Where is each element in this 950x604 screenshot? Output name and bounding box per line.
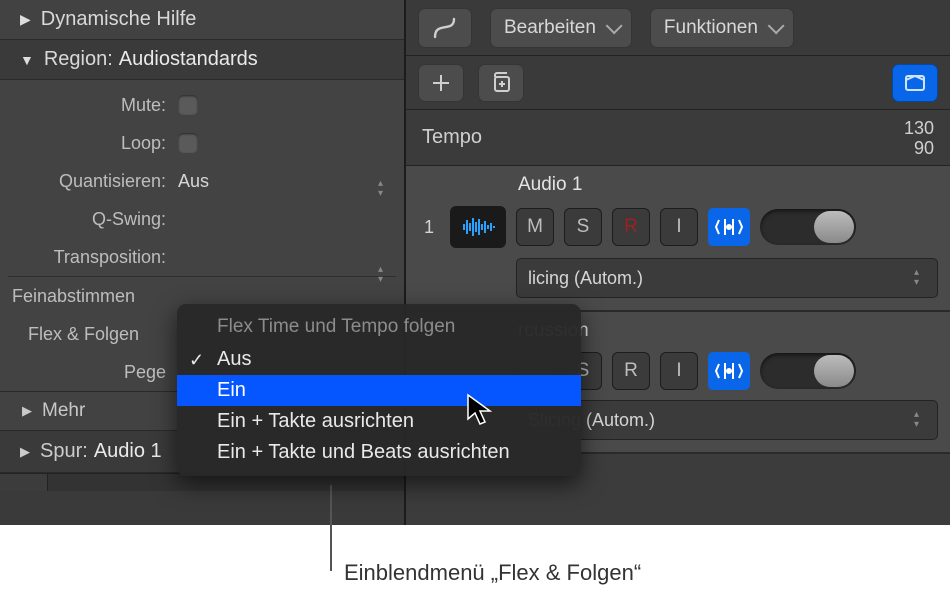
track-on-switch[interactable] [760, 209, 856, 245]
pegel-label: Pege [0, 362, 172, 383]
loop-label: Loop: [0, 133, 172, 154]
stepper-icon[interactable] [914, 406, 928, 434]
flex-button[interactable] [708, 208, 750, 246]
record-enable-button[interactable]: R [612, 208, 650, 246]
mehr-label: Mehr [42, 400, 85, 422]
track-number: 1 [418, 217, 440, 238]
solo-button[interactable]: S [564, 208, 602, 246]
flex-mode-select[interactable]: licing (Autom.) [516, 258, 938, 298]
automation-curve-button[interactable] [418, 8, 472, 48]
add-button[interactable] [418, 64, 464, 102]
menu-item-takte-beats[interactable]: Ein + Takte und Beats ausrichten [177, 437, 581, 468]
spur-label: Spur: [40, 440, 88, 463]
menu-item-ein[interactable]: Ein [177, 375, 581, 406]
disclosure-triangle-icon: ▶ [22, 403, 32, 419]
prop-transposition[interactable]: Transposition: [0, 238, 404, 276]
track-name[interactable]: Audio 1 [518, 174, 582, 196]
flex-mode-value: licing (Autom.) [528, 268, 643, 289]
mute-label: Mute: [0, 95, 172, 116]
flex-label: Flex & Folgen [0, 324, 172, 345]
tempo-values: 130 90 [904, 118, 934, 158]
quantize-label: Quantisieren: [0, 171, 172, 192]
track-icon-button[interactable] [450, 206, 506, 248]
input-monitor-button[interactable]: I [660, 208, 698, 246]
stepper-icon[interactable] [378, 175, 392, 203]
flex-follow-menu[interactable]: Flex Time und Tempo folgen ✓ Aus Ein Ein… [177, 304, 581, 476]
prop-quantize[interactable]: Quantisieren: Aus [0, 162, 404, 200]
disclosure-triangle-icon: ▼ [20, 52, 34, 68]
menu-item-takte[interactable]: Ein + Takte ausrichten [177, 406, 581, 437]
tempo-label: Tempo [422, 126, 482, 149]
mute-checkbox[interactable] [178, 95, 198, 115]
menu-item-aus[interactable]: ✓ Aus [177, 344, 581, 375]
edit-menu-button[interactable]: Bearbeiten [490, 8, 632, 48]
transposition-label: Transposition: [0, 247, 172, 268]
view-toggle-button[interactable] [892, 64, 938, 102]
prop-qswing[interactable]: Q-Swing: [0, 200, 404, 238]
flex-button[interactable] [708, 352, 750, 390]
loop-checkbox[interactable] [178, 133, 198, 153]
mute-button[interactable]: M [516, 208, 554, 246]
track-on-switch[interactable] [760, 353, 856, 389]
tempo-top: 130 [904, 118, 934, 138]
menu-title: Flex Time und Tempo folgen [177, 310, 581, 344]
track-header-1: Audio 1 1 M S R I licing (Autom.) [406, 166, 950, 312]
help-header[interactable]: ▶ Dynamische Hilfe [0, 0, 404, 40]
check-icon: ✓ [189, 350, 204, 371]
region-label: Region: [44, 48, 113, 71]
callout-label: Einblendmenü „Flex & Folgen“ [344, 560, 641, 586]
stepper-icon[interactable] [914, 264, 928, 292]
feinab-label: Feinabstimmen [0, 286, 141, 307]
tempo-bottom: 90 [904, 138, 934, 158]
prop-loop: Loop: [0, 124, 404, 162]
callout-line [330, 485, 332, 571]
tempo-row[interactable]: Tempo 130 90 [406, 110, 950, 166]
prop-mute: Mute: [0, 86, 404, 124]
help-title: Dynamische Hilfe [41, 8, 197, 31]
functions-menu-button[interactable]: Funktionen [650, 8, 794, 48]
input-monitor-button[interactable]: I [660, 352, 698, 390]
region-header[interactable]: ▼ Region: Audiostandards [0, 40, 404, 80]
toolbar-second [406, 56, 950, 110]
stepper-icon[interactable] [378, 261, 392, 289]
toolbar-top: Bearbeiten Funktionen [406, 0, 950, 56]
duplicate-button[interactable] [478, 64, 524, 102]
qswing-label: Q-Swing: [0, 209, 172, 230]
region-value: Audiostandards [119, 48, 258, 71]
cursor-icon [466, 393, 496, 432]
disclosure-triangle-icon: ▶ [20, 11, 31, 28]
quantize-value: Aus [178, 171, 209, 192]
disclosure-triangle-icon: ▶ [20, 444, 30, 460]
spur-value: Audio 1 [94, 440, 162, 463]
record-enable-button[interactable]: R [612, 352, 650, 390]
